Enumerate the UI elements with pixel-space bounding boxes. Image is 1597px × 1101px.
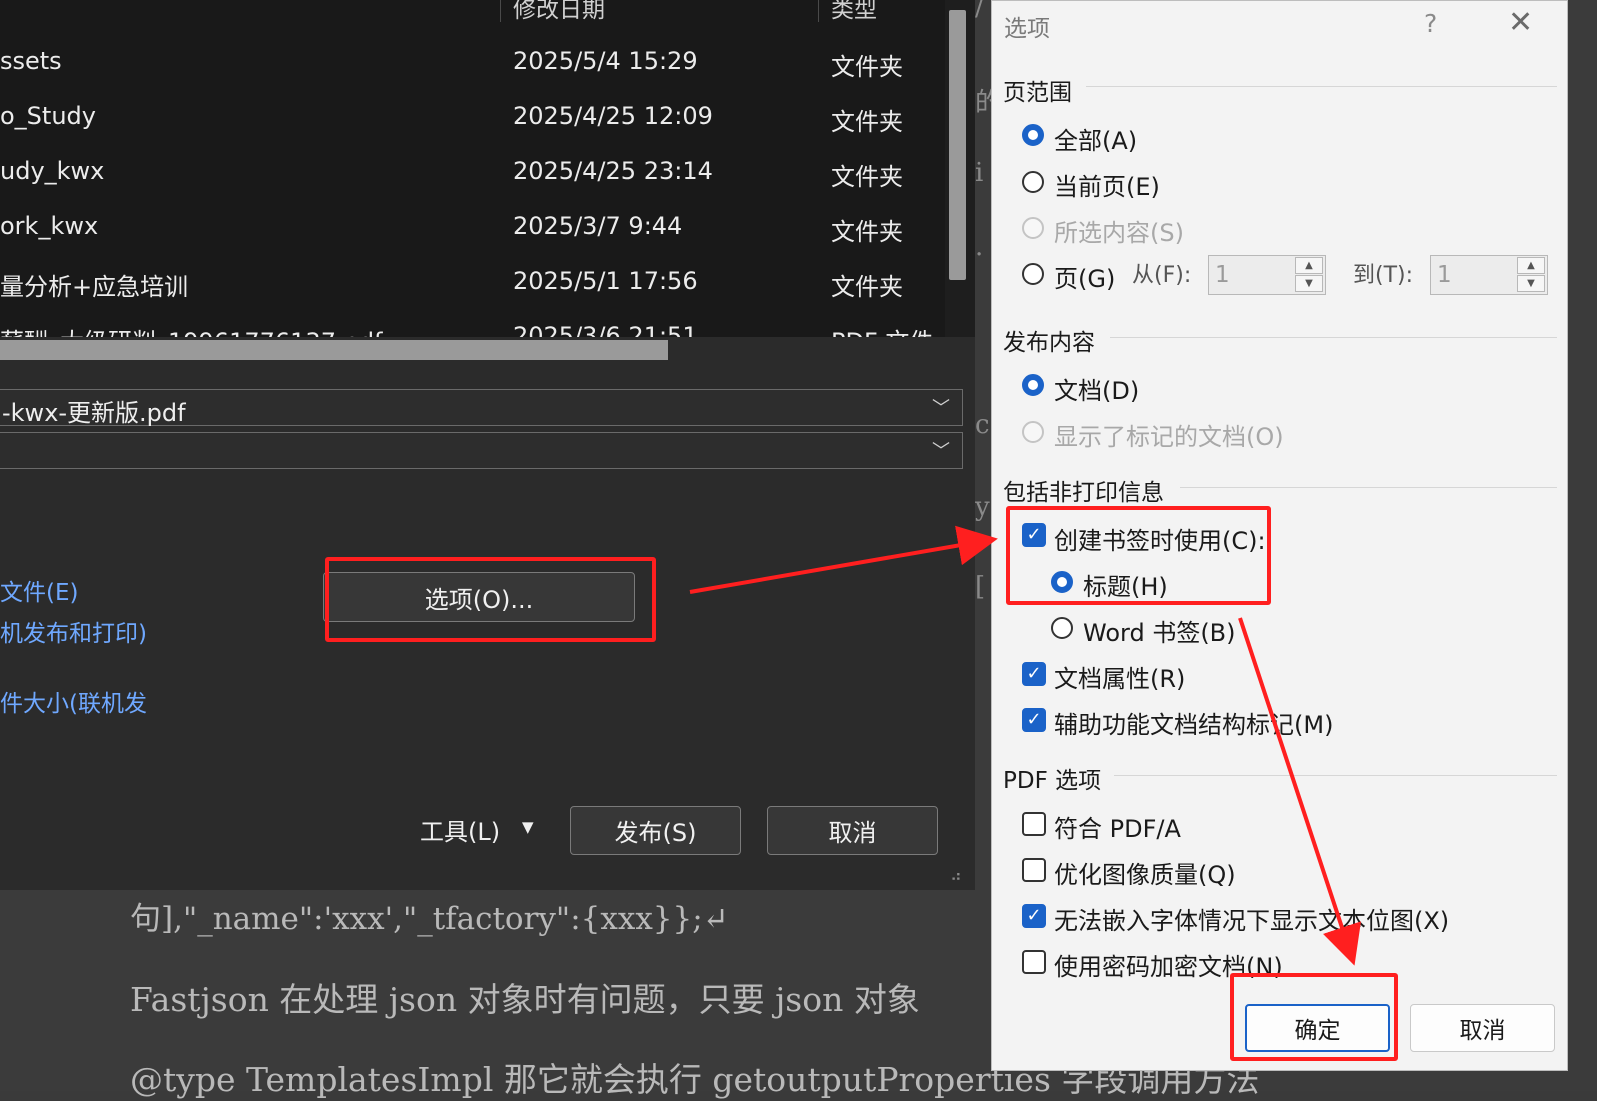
annotation-arrows [689,525,1361,966]
arrow-to-bookmarks [689,525,998,594]
arrow-to-ok [1238,617,1361,966]
